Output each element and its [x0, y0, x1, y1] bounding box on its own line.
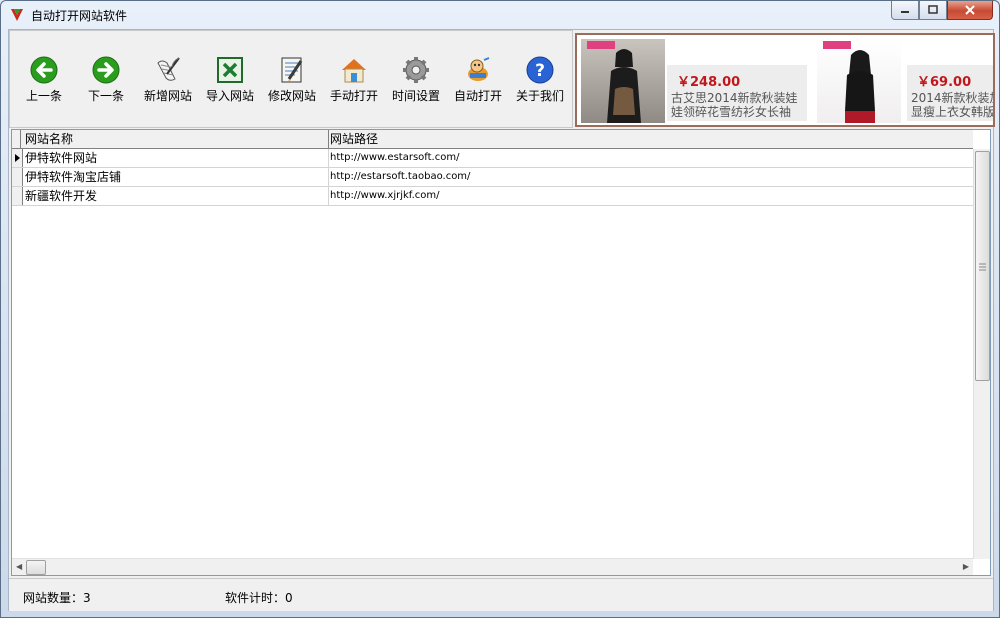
- site-url-cell[interactable]: http://www.xjrjkf.com/: [328, 187, 974, 205]
- status-bar: 网站数量：3 软件计时：0: [9, 578, 993, 611]
- ad-desc-1-line1: 古艾思2014新款秋装娃: [671, 91, 798, 105]
- window-title: 自动打开网站软件: [31, 9, 128, 23]
- ad-price-2: ￥69.00: [917, 75, 972, 90]
- svg-text:?: ?: [535, 61, 545, 81]
- row-indicator: [12, 168, 23, 186]
- header-indicator-cell: [12, 130, 21, 148]
- timer-text: 软件计时：0: [225, 591, 293, 605]
- site-name-cell[interactable]: 伊特软件网站: [23, 149, 329, 167]
- vertical-scrollbar[interactable]: [973, 149, 990, 559]
- prev-record-label: 上一条: [25, 89, 62, 103]
- caption-buttons: [891, 1, 993, 21]
- grid-header: 网站名称 网站路径: [12, 130, 973, 149]
- time-settings-button[interactable]: 时间设置: [386, 49, 446, 111]
- ad-product-card-1[interactable]: ￥248.00 古艾思2014新款秋装娃 娃领碎花雪纺衫女长袖: [667, 65, 807, 121]
- scroll-left-icon[interactable]: ◀: [16, 562, 22, 571]
- horizontal-scrollbar[interactable]: ◀ ▶: [12, 558, 973, 575]
- site-count-text: 网站数量：3: [23, 591, 91, 605]
- add-site-button[interactable]: 新增网站: [138, 49, 198, 111]
- row-indicator: [12, 149, 23, 167]
- site-name-cell[interactable]: 新疆软件开发: [23, 187, 329, 205]
- current-row-arrow-icon: [15, 154, 20, 162]
- close-button[interactable]: [947, 1, 993, 20]
- table-row[interactable]: 伊特软件淘宝店铺 http://estarsoft.taobao.com/: [12, 168, 974, 187]
- ad-shop-tag-1: [587, 41, 615, 49]
- horizontal-scroll-thumb[interactable]: [26, 560, 46, 575]
- add-site-label: 新增网站: [143, 89, 192, 103]
- app-logo-icon: [11, 9, 23, 21]
- grip-icon: [979, 263, 986, 271]
- row-indicator: [12, 187, 23, 205]
- edit-site-label: 修改网站: [267, 89, 316, 103]
- scroll-right-icon[interactable]: ▶: [963, 562, 969, 571]
- close-icon: [965, 5, 975, 15]
- prev-record-button[interactable]: 上一条: [14, 49, 74, 111]
- home-icon: [342, 59, 366, 83]
- arrow-left-icon: [30, 56, 58, 84]
- manual-open-label: 手动打开: [329, 89, 378, 103]
- model-figure-icon: [607, 49, 641, 123]
- help-icon: ?: [526, 56, 554, 84]
- website-grid[interactable]: 网站名称 网站路径 伊特软件网站 http://www.estarsoft.co…: [11, 129, 991, 576]
- ad-desc-2-line1: 2014新款秋装加: [911, 91, 995, 105]
- vertical-scroll-thumb[interactable]: [975, 151, 990, 381]
- auto-open-button[interactable]: 自动打开: [448, 49, 508, 111]
- site-name-cell[interactable]: 伊特软件淘宝店铺: [23, 168, 329, 186]
- app-window: 自动打开网站软件 上一条 下一条 新增网站 导入网站 修改网站 手动打开 时间设…: [0, 0, 1000, 618]
- column-header-url[interactable]: 网站路径: [328, 130, 973, 148]
- ad-desc-1-line2: 娃领碎花雪纺衫女长袖: [671, 105, 792, 119]
- ad-shop-tag-2: [823, 41, 851, 49]
- next-record-button[interactable]: 下一条: [76, 49, 136, 111]
- ad-desc-2: 2014新款秋装加 显瘦上衣女韩版: [911, 91, 995, 119]
- ad-product-photo-2[interactable]: [817, 39, 901, 123]
- gear-icon: [403, 57, 429, 83]
- title-bar[interactable]: 自动打开网站软件: [1, 1, 999, 29]
- model-figure-icon: [845, 50, 875, 123]
- table-row[interactable]: 新疆软件开发 http://www.xjrjkf.com/: [12, 187, 974, 206]
- maximize-button[interactable]: [919, 1, 947, 20]
- ad-price-1: ￥248.00: [677, 75, 741, 90]
- time-settings-label: 时间设置: [391, 89, 440, 103]
- manual-open-button[interactable]: 手动打开: [324, 49, 384, 111]
- ad-desc-2-line2: 显瘦上衣女韩版: [911, 105, 995, 119]
- robot-icon: [468, 57, 490, 81]
- import-site-button[interactable]: 导入网站: [200, 49, 260, 111]
- next-record-label: 下一条: [87, 89, 124, 103]
- table-row[interactable]: 伊特软件网站 http://www.estarsoft.com/: [12, 149, 974, 168]
- site-url-cell[interactable]: http://estarsoft.taobao.com/: [328, 168, 974, 186]
- notepad-pencil-icon: [281, 57, 303, 83]
- toolbar: 上一条 下一条 新增网站 导入网站 修改网站 手动打开 时间设置 自动打开 ? …: [9, 30, 573, 128]
- about-us-button[interactable]: ? 关于我们: [510, 49, 570, 111]
- import-site-label: 导入网站: [205, 89, 254, 103]
- arrow-right-icon: [92, 56, 120, 84]
- ad-product-card-2[interactable]: ￥69.00 2014新款秋装加 显瘦上衣女韩版: [907, 65, 995, 121]
- ad-banner[interactable]: ￥248.00 古艾思2014新款秋装娃 娃领碎花雪纺衫女长袖 ￥69.00 2…: [575, 33, 995, 127]
- minimize-icon: [901, 11, 909, 13]
- ad-product-photo-1[interactable]: [581, 39, 665, 123]
- site-url-cell[interactable]: http://www.estarsoft.com/: [328, 149, 974, 167]
- about-us-label: 关于我们: [515, 89, 564, 103]
- ad-desc-1: 古艾思2014新款秋装娃 娃领碎花雪纺衫女长袖: [671, 91, 805, 119]
- scroll-quill-icon: [157, 57, 180, 81]
- edit-site-button[interactable]: 修改网站: [262, 49, 322, 111]
- client-area: 上一条 下一条 新增网站 导入网站 修改网站 手动打开 时间设置 自动打开 ? …: [8, 29, 995, 611]
- minimize-button[interactable]: [891, 1, 919, 20]
- auto-open-label: 自动打开: [453, 89, 502, 103]
- excel-icon: [217, 57, 243, 83]
- maximize-icon: [928, 5, 938, 14]
- column-header-name[interactable]: 网站名称: [23, 130, 329, 148]
